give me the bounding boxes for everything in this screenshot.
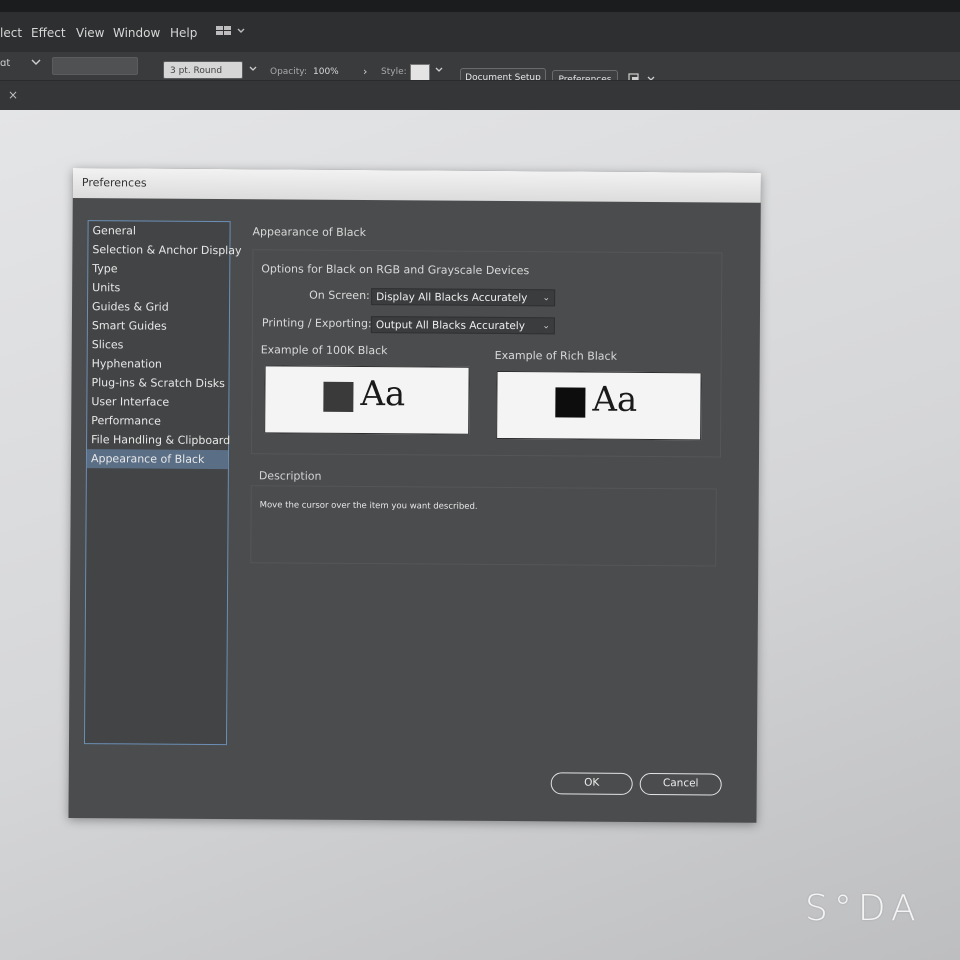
group-title: Options for Black on RGB and Grayscale D…	[261, 262, 530, 278]
stroke-weight-field[interactable]	[52, 57, 138, 75]
style-label: Style:	[381, 67, 407, 77]
sidebar-item-type[interactable]: Type	[88, 259, 229, 279]
example-100k-black-preview: Aa	[264, 365, 470, 435]
menu-bar: lect Effect View Window Help	[0, 12, 960, 52]
document-tab-bar: ×	[0, 80, 960, 111]
description-title: Description	[258, 469, 322, 483]
chevron-down-icon[interactable]	[434, 65, 444, 78]
close-tab-icon[interactable]: ×	[8, 88, 18, 102]
toolbar-fragment-icon: ɑt	[0, 58, 11, 69]
printing-exporting-value: Output All Blacks Accurately	[375, 319, 525, 333]
sidebar-item-plug-ins-scratch-disks[interactable]: Plug-ins & Scratch Disks	[87, 373, 228, 393]
sidebar-item-hyphenation[interactable]: Hyphenation	[88, 354, 229, 374]
example-100k-label: Example of 100K Black	[260, 343, 388, 358]
sidebar-item-selection-anchor-display[interactable]: Selection & Anchor Display	[88, 240, 241, 260]
menu-window[interactable]: Window	[113, 26, 160, 40]
menu-help[interactable]: Help	[170, 26, 197, 40]
sidebar-item-general[interactable]: General	[88, 221, 229, 241]
ok-button[interactable]: OK	[550, 772, 633, 795]
on-screen-label: On Screen:	[309, 288, 370, 303]
black-options-group: Options for Black on RGB and Grayscale D…	[251, 249, 723, 458]
workspace-switcher-icon[interactable]	[216, 24, 246, 41]
black-100k-swatch	[323, 381, 354, 412]
menu-effect[interactable]: Effect	[31, 26, 66, 40]
example-rich-black-preview: Aa	[496, 370, 702, 441]
sidebar-item-slices[interactable]: Slices	[88, 335, 229, 355]
opacity-value[interactable]: 100%	[313, 67, 339, 77]
chevron-down-icon: ⌄	[542, 293, 551, 304]
preferences-category-list: General Selection & Anchor Display Type Uni…	[83, 220, 242, 746]
opacity-label: Opacity:	[270, 67, 307, 77]
printing-exporting-label: Printing / Exporting:	[261, 316, 372, 331]
sidebar-item-smart-guides[interactable]: Smart Guides	[88, 316, 229, 336]
preferences-dialog: Preferences General Selection & Anchor Di…	[68, 168, 761, 823]
sidebar-item-appearance-of-black[interactable]: Appearance of Black	[86, 449, 229, 470]
chevron-down-icon: ⌄	[542, 321, 550, 332]
cancel-button[interactable]: Cancel	[639, 772, 722, 796]
rich-black-swatch	[555, 387, 586, 418]
on-screen-value: Display All Blacks Accurately	[376, 291, 528, 305]
chevron-right-icon[interactable]: ›	[363, 65, 367, 78]
sample-glyphs: Aa	[592, 379, 638, 420]
sidebar-item-performance[interactable]: Performance	[87, 411, 228, 431]
chevron-down-icon[interactable]	[248, 64, 258, 77]
example-rich-black-label: Example of Rich Black	[494, 348, 618, 363]
sidebar-item-units[interactable]: Units	[88, 278, 229, 298]
on-screen-select[interactable]: Display All Blacks Accurately ⌄	[371, 288, 556, 307]
chevron-down-icon[interactable]	[30, 56, 42, 71]
monitor-bezel	[0, 0, 960, 12]
sidebar-item-file-handling-clipboard[interactable]: File Handling & Clipboard	[87, 430, 230, 450]
camera-watermark: S°DA	[805, 888, 922, 929]
description-box: Move the cursor over the item you want d…	[250, 485, 717, 567]
menu-select[interactable]: lect	[0, 26, 22, 40]
stroke-profile-select[interactable]: 3 pt. Round	[163, 61, 243, 79]
menu-view[interactable]: View	[76, 26, 104, 40]
sample-glyphs: Aa	[360, 374, 406, 415]
dialog-title: Preferences	[72, 168, 761, 203]
sidebar-item-user-interface[interactable]: User Interface	[87, 392, 228, 412]
panel-title: Appearance of Black	[252, 225, 367, 240]
description-text: Move the cursor over the item you want d…	[259, 500, 478, 512]
sidebar-item-guides-grid[interactable]: Guides & Grid	[88, 297, 229, 317]
printing-exporting-select[interactable]: Output All Blacks Accurately ⌄	[370, 316, 555, 335]
